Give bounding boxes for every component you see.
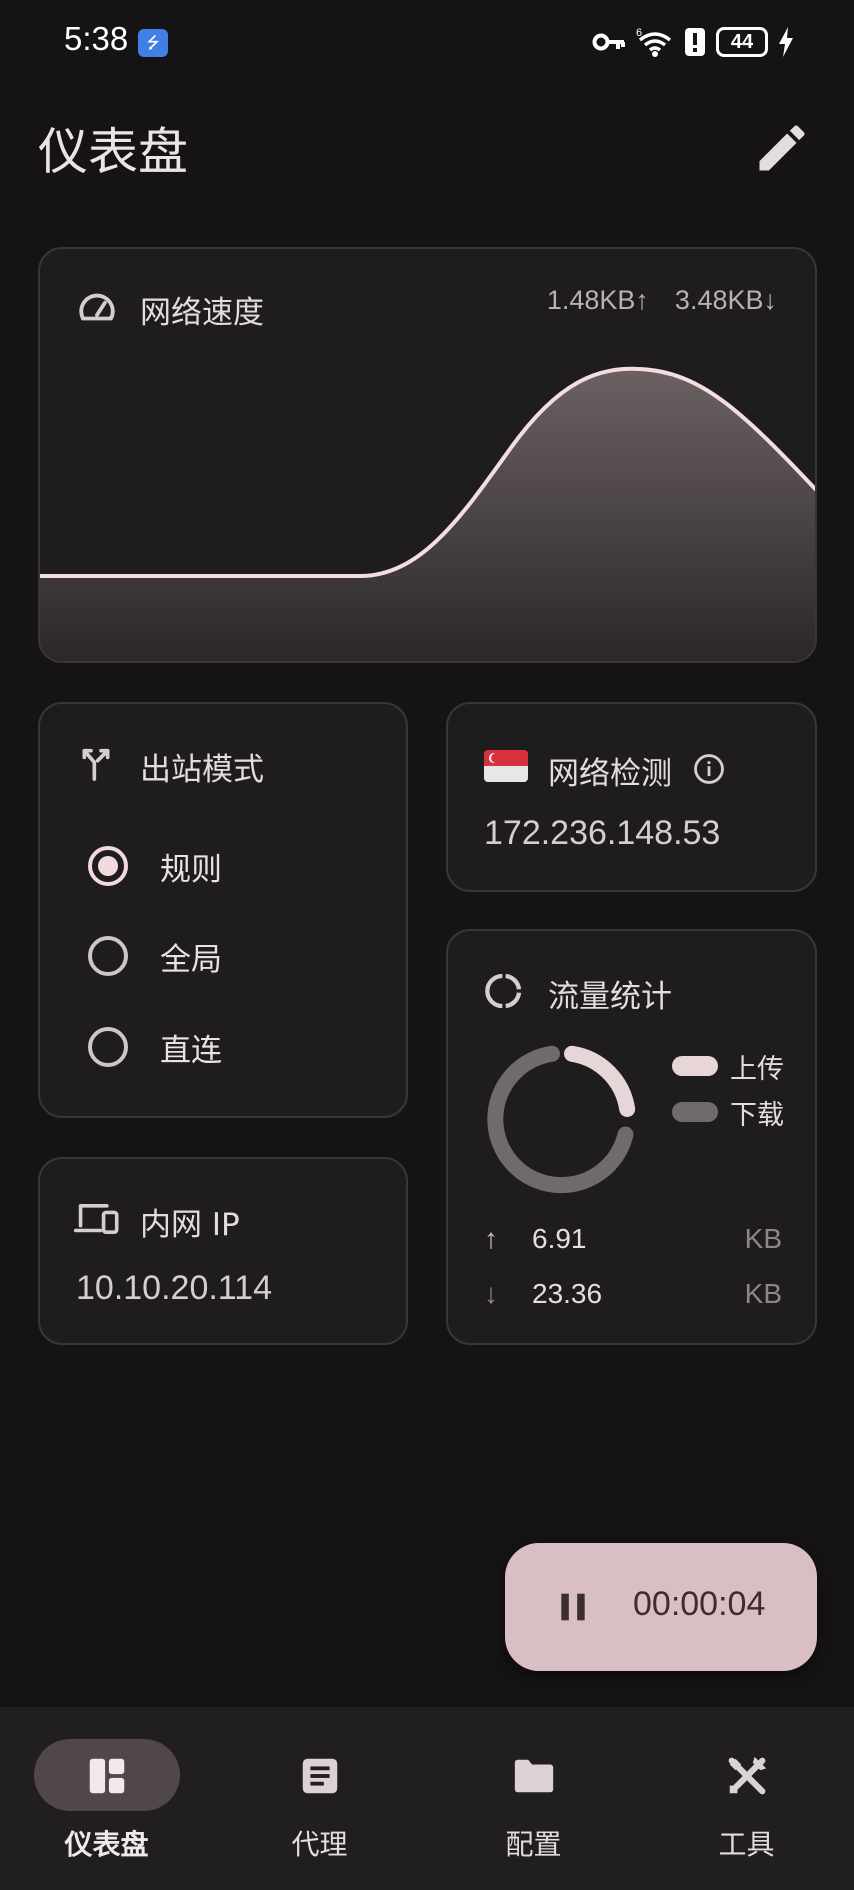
download-total-value: 23.36 [532, 1278, 603, 1309]
status-bar: 5:38 ⭍ 6 44 [0, 0, 854, 86]
download-total-unit: KB [744, 1278, 782, 1309]
donut-chart-icon [485, 973, 522, 1009]
download-total-row: ↓ 23.36 KB [484, 1272, 782, 1316]
nav-item-proxy[interactable]: 代理 [213, 1707, 426, 1890]
mode-option-label: 规则 [160, 851, 222, 888]
traffic-donut-chart [487, 1045, 636, 1194]
upload-total-row: ↑ 6.91 KB [484, 1217, 782, 1261]
upload-total-value: 6.91 [532, 1223, 587, 1254]
nav-label: 工具 [718, 1828, 775, 1861]
nav-item-tools[interactable]: 工具 [640, 1707, 853, 1890]
radio-unchecked-icon[interactable] [88, 1027, 128, 1067]
tools-icon [728, 1756, 767, 1795]
traffic-stats-card: 流量统计 上传 下载 ↑ 6.91 KB ↓ 23.36 KB [446, 929, 817, 1345]
outbound-mode-card: 出站模式 规则 全局 直连 [38, 702, 408, 1118]
arrow-down-icon: ↓ [484, 1278, 498, 1309]
status-time: 5:38 [64, 20, 129, 57]
charging-icon [779, 27, 793, 57]
folder-icon [514, 1759, 554, 1793]
traffic-stats-title: 流量统计 [548, 979, 672, 1015]
outbound-mode-title: 出站模式 [140, 752, 264, 788]
speed-stats: 1.48KB↑ 3.48KB↓ [547, 285, 777, 316]
mode-option-label: 直连 [160, 1032, 222, 1069]
download-speed: 3.48KB↓ [674, 285, 777, 315]
mode-option-direct[interactable]: 直连 [88, 1017, 222, 1077]
public-ip-value: 172.236.148.53 [484, 814, 721, 852]
mode-option-label: 全局 [160, 941, 222, 978]
speed-area [40, 368, 815, 661]
radio-checked-icon[interactable] [88, 846, 128, 886]
lan-ip-title: 内网 IP [140, 1207, 240, 1243]
legend-label: 上传 [730, 1053, 784, 1085]
upload-speed: 1.48KB↑ [546, 285, 649, 315]
legend-upload: 上传 [672, 1043, 784, 1089]
dashboard-icon [89, 1758, 125, 1794]
singapore-flag-icon [484, 750, 528, 782]
network-speed-card: 网络速度 1.48KB↑ 3.48KB↓ [38, 247, 817, 663]
legend-label: 下载 [730, 1099, 784, 1131]
nav-label: 配置 [505, 1828, 562, 1861]
bottom-navigation: 仪表盘 代理 配置 工具 [0, 1707, 854, 1890]
radio-unchecked-icon[interactable] [88, 936, 128, 976]
page-title: 仪表盘 [38, 123, 188, 181]
timer-value: 00:00:04 [633, 1585, 766, 1623]
legend-download: 下载 [672, 1089, 784, 1135]
wifi-icon: 6 [636, 27, 672, 57]
arrow-up-icon: ↑ [484, 1223, 498, 1254]
nav-item-dashboard[interactable]: 仪表盘 [0, 1707, 213, 1890]
nav-item-config[interactable]: 配置 [427, 1707, 640, 1890]
lan-ip-value: 10.10.20.114 [76, 1269, 272, 1307]
network-check-card[interactable]: 网络检测 172.236.148.53 [446, 702, 817, 892]
pause-icon [561, 1593, 585, 1621]
alert-icon [685, 28, 705, 56]
speedometer-icon [79, 293, 115, 321]
vpn-key-icon [592, 33, 625, 51]
mode-option-rule[interactable]: 规则 [88, 836, 222, 896]
legend-swatch [672, 1056, 718, 1076]
timer-button[interactable]: 00:00:04 [505, 1543, 817, 1671]
proxy-list-icon [302, 1758, 338, 1794]
lan-ip-card[interactable]: 内网 IP 10.10.20.114 [38, 1157, 408, 1345]
edit-button[interactable] [752, 118, 812, 178]
fork-icon [82, 748, 110, 781]
nav-label: 代理 [291, 1828, 348, 1861]
usb-icon: ⭍ [138, 29, 168, 57]
info-icon[interactable] [692, 752, 726, 786]
nav-label: 仪表盘 [64, 1828, 149, 1861]
upload-arc [564, 1045, 636, 1117]
network-speed-title: 网络速度 [140, 295, 264, 331]
mode-option-global[interactable]: 全局 [88, 926, 222, 986]
battery-indicator: 44 [716, 27, 768, 57]
traffic-legend: 上传 下载 [672, 1043, 784, 1135]
devices-icon [74, 1204, 119, 1234]
status-icons: 6 44 [592, 24, 794, 60]
network-check-title: 网络检测 [548, 756, 672, 792]
upload-total-unit: KB [744, 1223, 782, 1254]
legend-swatch [672, 1102, 718, 1122]
